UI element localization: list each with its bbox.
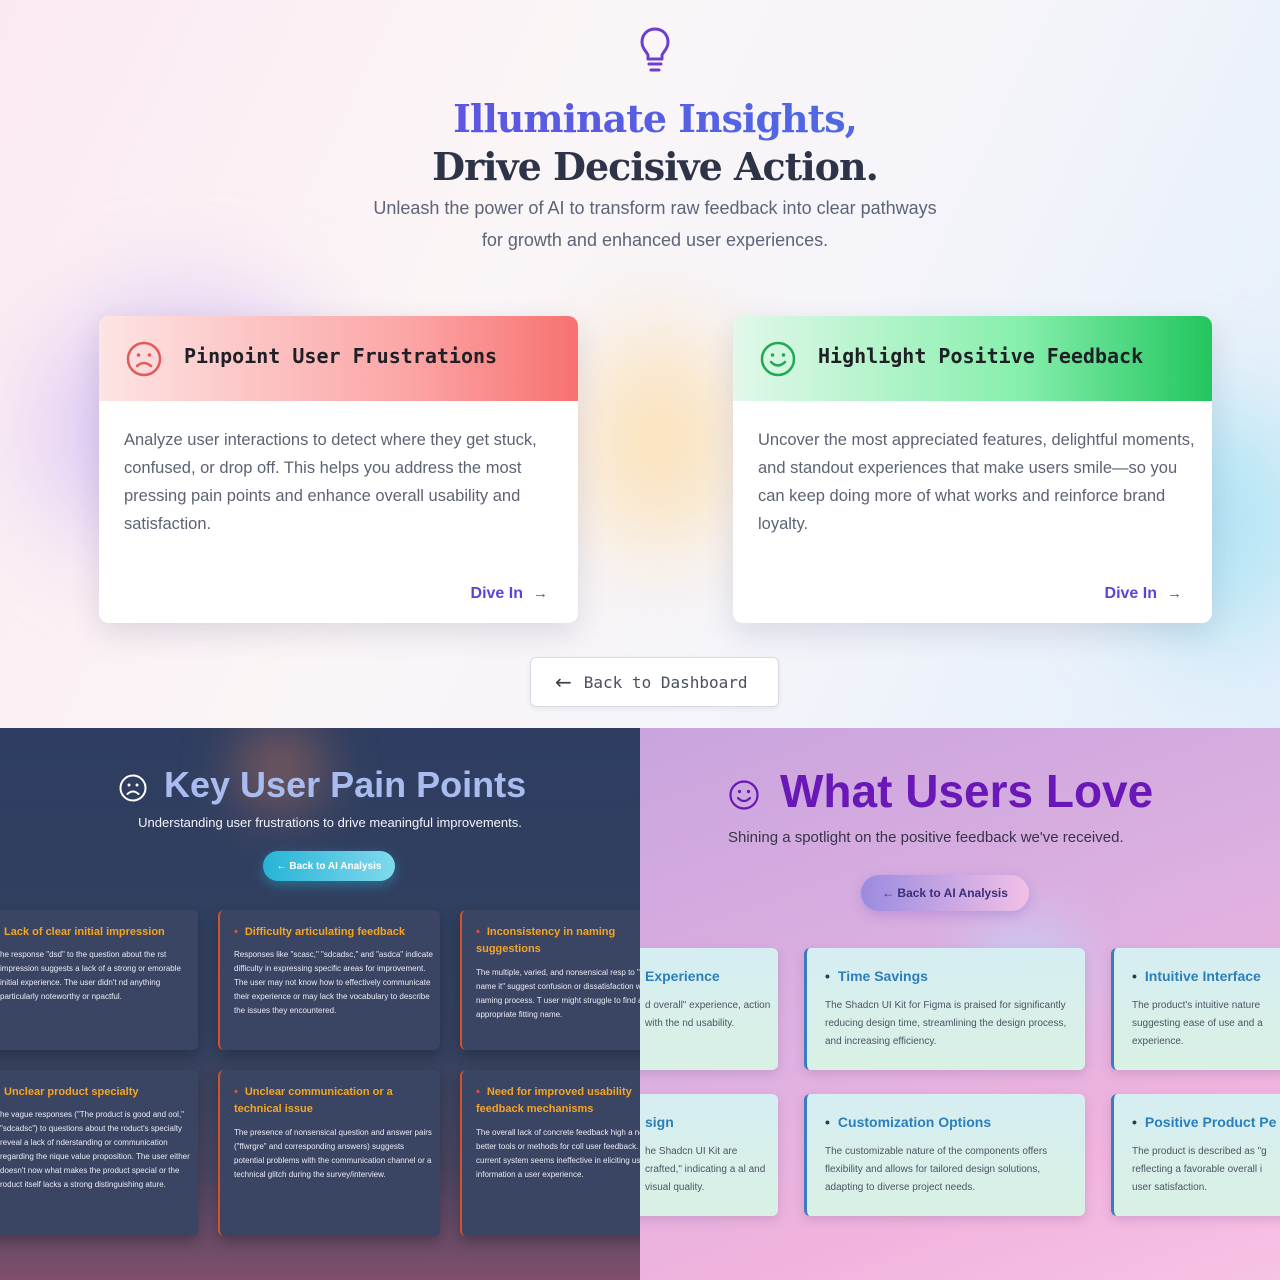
dive-in-link[interactable]: Dive In → [1105,585,1182,603]
pain-point-title: • Need for improved usability feedback me… [476,1084,640,1118]
pain-point-description: Responses like "scasc," "sdcadsc," and "… [234,950,433,1015]
feedback-title: • Time Savings [825,968,928,984]
positive-feedback-card: sign he Shadcn UI Kit are crafted," indi… [640,1094,778,1216]
arrow-right-icon: → [533,585,548,602]
pain-point-description: The multiple, varied, and nonsensical re… [476,968,640,1019]
pain-points-section: Key User Pain Points Understanding user … [0,728,640,1280]
lightbulb-icon [640,27,670,72]
bg-glow [590,330,730,550]
dive-in-label: Dive In [470,585,523,602]
feedback-description: The customizable nature of the component… [825,1146,1048,1193]
arrow-right-icon: → [1167,585,1182,602]
page-title-line1: Illuminate Insights, [0,96,1280,141]
pain-point-description: The overall lack of concrete feedback hi… [476,1128,640,1179]
users-love-section: What Users Love Shining a spotlight on t… [640,728,1280,1280]
bullet-dot: • [825,1114,830,1130]
card-header: Highlight Positive Feedback [733,316,1212,401]
feedback-description: d overall" experience, action with the n… [645,1000,771,1029]
pain-point-title-text: Inconsistency in naming suggestions [476,926,616,955]
pain-point-title-text: Difficulty articulating feedback [244,926,406,938]
pain-point-title: • Difficulty articulating feedback [234,924,434,941]
feedback-title-text: Intuitive Interface [1144,968,1261,984]
bullet-dot: • [234,926,238,938]
card-description: Uncover the most appreciated features, d… [758,431,1195,533]
pain-point-title: • Unclear communication or a technical is… [234,1084,434,1118]
frustrations-card[interactable]: Pinpoint User Frustrations Analyze user … [99,316,578,623]
pain-point-title: • Inconsistency in naming suggestions [476,924,640,958]
bullet-dot: • [1132,1114,1137,1130]
section-subtitle: Understanding user frustrations to drive… [138,815,522,830]
dive-in-link[interactable]: Dive In → [471,585,548,603]
smile-icon [760,341,796,377]
feedback-description: he Shadcn UI Kit are crafted," indicatin… [645,1146,766,1193]
positive-feedback-card: • Customization Options The customizable … [804,1094,1085,1216]
positive-feedback-card[interactable]: Highlight Positive Feedback Uncover the … [733,316,1212,623]
smile-icon [729,780,759,810]
frown-icon [126,341,162,377]
back-to-dashboard-button[interactable]: ← Back to Dashboard [530,657,779,707]
section-title-text: What Users Love [780,765,1154,817]
feedback-description: The product is described as "g reflectin… [1132,1146,1267,1193]
feedback-description: The product's intuitive nature suggestin… [1132,1000,1263,1047]
dive-in-label: Dive In [1104,585,1157,602]
page-subtitle: Unleash the power of AI to transform raw… [373,198,937,250]
feedback-title-text: Customization Options [837,1114,992,1130]
users-love-title: What Users Love [728,764,1153,818]
card-description: Analyze user interactions to detect wher… [124,431,537,533]
pain-point-description: The presence of nonsensical question and… [234,1128,432,1179]
positive-feedback-card: • Positive Product Pe The product is desc… [1111,1094,1280,1216]
feedback-title-text: Time Savings [837,968,928,984]
positive-feedback-card: • Intuitive Interface The product's intui… [1111,948,1280,1070]
feedback-title: • Intuitive Interface [1132,968,1261,984]
feedback-title: sign [645,1114,674,1130]
card-title: Highlight Positive Feedback [818,344,1144,368]
feedback-description: The Shadcn UI Kit for Figma is praised f… [825,1000,1067,1047]
page-title-line2: Drive Decisive Action. [432,144,879,189]
frown-icon [119,774,147,802]
section-title-text: Key User Pain Points [164,764,527,805]
back-button-label: Back to Dashboard [583,672,748,692]
card-title: Pinpoint User Frustrations [184,344,498,368]
pain-point-title: Lack of clear initial impression [4,926,165,938]
bullet-dot: • [825,968,830,984]
positive-feedback-card: • Time Savings The Shadcn UI Kit for Figm… [804,948,1085,1070]
pain-point-title-text: Unclear communication or a technical iss… [234,1086,393,1115]
pain-point-title: Unclear product specialty [4,1086,139,1098]
section-subtitle: Shining a spotlight on the positive feed… [728,829,1124,846]
insights-section: Illuminate Insights, Drive Decisive Acti… [0,0,1280,728]
pain-point-card: Lack of clear initial impression he resp… [0,910,198,1050]
back-to-ai-analysis-button[interactable]: ← Back to AI Analysis [263,851,395,881]
bullet-dot: • [1132,968,1137,984]
bullet-dot: • [476,1086,480,1098]
arrow-left-icon: ← [555,670,572,694]
pain-points-title: Key User Pain Points [118,764,526,806]
pain-point-card: • Inconsistency in naming suggestions The… [460,910,640,1050]
pain-point-description: he vague responses ("The product is good… [0,1110,190,1189]
feedback-title-text: Positive Product Pe [1144,1114,1277,1130]
pain-point-description: he response "dsd" to the question about … [0,950,181,1001]
back-to-ai-analysis-button[interactable]: ← Back to AI Analysis [861,875,1029,911]
feedback-title: • Positive Product Pe [1132,1114,1276,1130]
bullet-dot: • [234,1086,238,1098]
pain-point-card: • Need for improved usability feedback me… [460,1070,640,1236]
bullet-dot: • [476,926,480,938]
card-header: Pinpoint User Frustrations [99,316,578,401]
pain-point-card: Unclear product specialty he vague respo… [0,1070,198,1236]
positive-feedback-card: Experience d overall" experience, action… [640,948,778,1070]
pain-point-title-text: Need for improved usability feedback mec… [476,1086,632,1115]
pain-point-card: • Difficulty articulating feedback Respon… [218,910,440,1050]
feedback-title: Experience [645,968,720,984]
pain-point-card: • Unclear communication or a technical is… [218,1070,440,1236]
feedback-title: • Customization Options [825,1114,991,1130]
